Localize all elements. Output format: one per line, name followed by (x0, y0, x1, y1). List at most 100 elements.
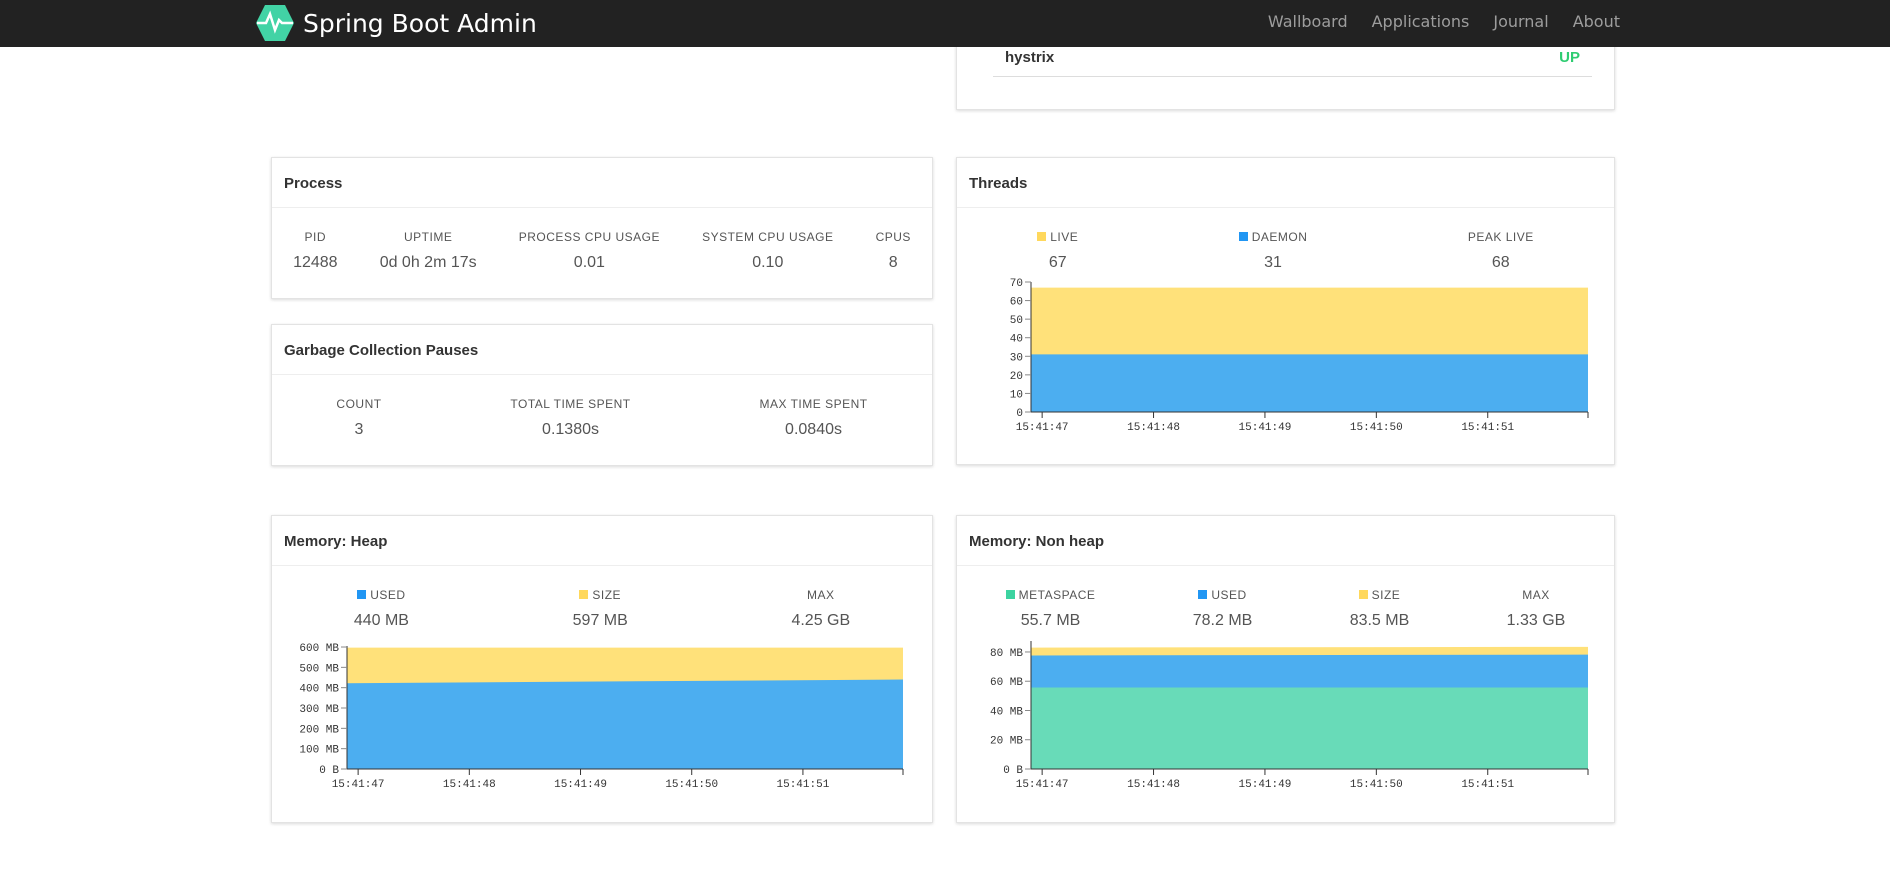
stat-label: SIZE (1350, 588, 1410, 602)
threads-card: Threads LIVE 67 DAEMON 31 PEAK LIVE 68 0 10 20 3… (956, 157, 1615, 465)
stat-label-text: TOTAL TIME SPENT (510, 397, 631, 411)
legend-swatch-icon (1358, 590, 1368, 599)
stat-label-text: MAX (807, 588, 835, 602)
stat-label-text: MAX TIME SPENT (759, 397, 868, 411)
stat-label-text: SIZE (1371, 588, 1401, 602)
y-tick-label: 0 B (1003, 765, 1023, 777)
stat-value: 8 (888, 254, 898, 271)
gc-stat: COUNT 3 (336, 397, 381, 439)
y-tick-label: 40 MB (990, 706, 1023, 718)
heap-stat: USED 440 MB (354, 588, 409, 630)
stat-label-text: CPUS (875, 230, 911, 244)
x-tick-label: 15:41:48 (1127, 422, 1180, 430)
heap-stat: MAX 4.25 GB (791, 588, 850, 630)
stat-label-text: UPTIME (403, 230, 453, 244)
health-status: UP (1559, 49, 1580, 66)
nonheap-chart: 0 B 20 MB 40 MB 60 MB 80 MB 15:41:47 15:41:48 1… (990, 641, 1589, 791)
brand-title: Spring Boot Admin (303, 8, 537, 38)
navbar: Spring Boot Admin Wallboard Applications… (0, 0, 1890, 47)
x-tick-label: 15:41:48 (443, 779, 496, 791)
stat-value: 440 MB (353, 612, 409, 629)
x-tick-label: 15:41:50 (1350, 422, 1403, 430)
y-tick-label: 60 (1010, 297, 1023, 309)
x-tick-label: 15:41:50 (665, 779, 718, 791)
stat-label-text: LIVE (1050, 230, 1079, 244)
process-stat: SYSTEM CPU USAGE 0.10 (702, 230, 833, 272)
x-tick-label: 15:41:51 (1461, 422, 1514, 430)
heartbeat-logo-icon (256, 5, 294, 41)
nav-journal[interactable]: Journal (1493, 12, 1548, 31)
stat-value: 0.0840s (785, 421, 842, 438)
nav-wallboard[interactable]: Wallboard (1268, 12, 1348, 31)
stat-label: MAX TIME SPENT (759, 397, 867, 411)
heap-title: Memory: Heap (272, 516, 932, 566)
stat-label: MAX (791, 588, 850, 602)
legend-swatch-icon (579, 590, 589, 599)
nonheap-stat: MAX 1.33 GB (1507, 588, 1566, 630)
threads-stat: PEAK LIVE 68 (1468, 230, 1534, 272)
nav-applications[interactable]: Applications (1372, 12, 1470, 31)
y-tick-label: 300 MB (299, 704, 339, 716)
stat-value: 55.7 MB (1020, 612, 1081, 629)
stat-label: USED (354, 588, 409, 602)
health-row: hystrix UP (993, 49, 1592, 77)
y-tick-label: 500 MB (299, 663, 339, 675)
stat-value: 0d 0h 2m 17s (379, 254, 477, 271)
stat-label: METASPACE (1005, 588, 1096, 602)
gc-card: Garbage Collection Pauses COUNT 3 TOTAL TI… (271, 324, 933, 466)
x-tick-label: 15:41:47 (1016, 779, 1069, 791)
stat-label: PID (293, 230, 338, 244)
stat-label-text: PROCESS CPU USAGE (518, 230, 660, 244)
gc-stat: MAX TIME SPENT 0.0840s (759, 397, 867, 439)
stat-value: 0.1380s (542, 421, 599, 438)
stat-value: 83.5 MB (1349, 612, 1410, 629)
y-tick-label: 0 B (319, 765, 339, 777)
stat-label: COUNT (336, 397, 381, 411)
stat-value: 597 MB (572, 612, 628, 629)
legend-swatch-icon (1238, 232, 1248, 241)
stat-label: PROCESS CPU USAGE (519, 230, 660, 244)
gc-title: Garbage Collection Pauses (272, 325, 932, 375)
y-tick-label: 80 MB (990, 648, 1023, 660)
area-used (347, 679, 903, 769)
x-tick-label: 15:41:48 (1127, 779, 1180, 791)
stat-label: CPUS (876, 230, 911, 244)
area-daemon (1031, 354, 1588, 412)
stat-value: 0.01 (573, 254, 605, 271)
process-title: Process (272, 158, 932, 208)
y-tick-label: 200 MB (299, 724, 339, 736)
stat-label-text: METASPACE (1018, 588, 1096, 602)
stat-label-text: SIZE (592, 588, 622, 602)
nonheap-card: Memory: Non heap METASPACE 55.7 MB USED 78.… (956, 515, 1615, 823)
stat-label: PEAK LIVE (1468, 230, 1534, 244)
x-tick-label: 15:41:49 (1239, 422, 1292, 430)
x-tick-label: 15:41:51 (777, 779, 830, 791)
process-stat: CPUS 8 (876, 230, 911, 272)
area-metaspace (1031, 687, 1588, 769)
stat-label: SIZE (573, 588, 628, 602)
y-tick-label: 70 (1010, 278, 1023, 290)
y-tick-label: 400 MB (299, 684, 339, 696)
stat-label-text: MAX (1522, 588, 1550, 602)
threads-chart: 0 10 20 30 40 50 60 70 15:41:47 15:41:48 15:41:49 1… (1010, 278, 1589, 430)
x-tick-label: 15:41:47 (332, 779, 385, 791)
y-tick-label: 100 MB (299, 745, 339, 757)
stat-label-text: PEAK LIVE (1467, 230, 1534, 244)
y-tick-label: 50 (1010, 315, 1023, 327)
brand-link[interactable]: Spring Boot Admin (255, 4, 537, 42)
stat-label-text: DAEMON (1251, 230, 1308, 244)
nonheap-stat: METASPACE 55.7 MB (1005, 588, 1096, 630)
heap-stat: SIZE 597 MB (573, 588, 628, 630)
stat-label-text: COUNT (336, 397, 382, 411)
stat-label: TOTAL TIME SPENT (510, 397, 630, 411)
threads-title: Threads (957, 158, 1614, 208)
y-tick-label: 20 MB (990, 736, 1023, 748)
gc-stat: TOTAL TIME SPENT 0.1380s (510, 397, 630, 439)
threads-stat: DAEMON 31 (1238, 230, 1308, 272)
stat-value: 0.10 (752, 254, 784, 271)
legend-swatch-icon (357, 590, 367, 599)
nonheap-title: Memory: Non heap (957, 516, 1614, 566)
process-card: Process PID 12488 UPTIME 0d 0h 2m 17s PROCES… (271, 157, 933, 299)
process-stat: PID 12488 (293, 230, 338, 272)
nav-about[interactable]: About (1573, 12, 1620, 31)
